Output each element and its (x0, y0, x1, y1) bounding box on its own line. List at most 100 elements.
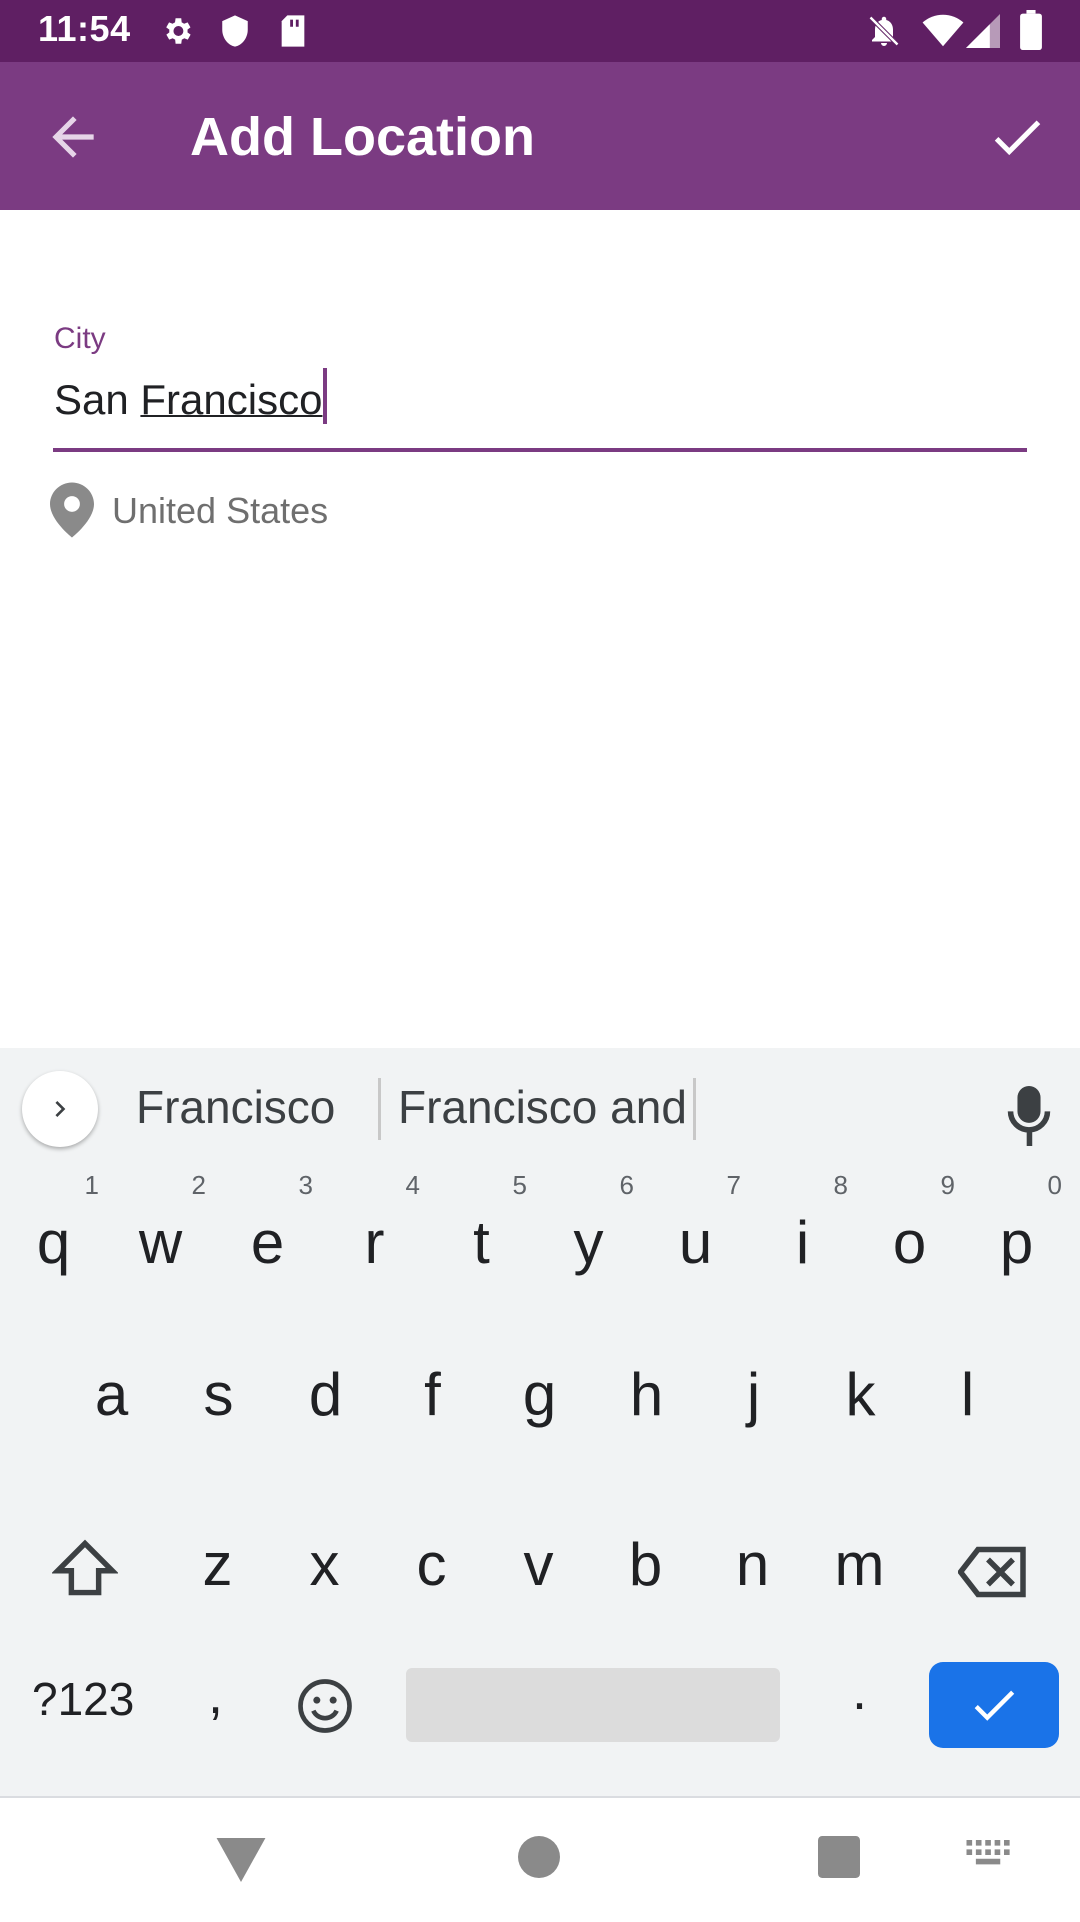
key-number-hint: 1 (84, 1170, 99, 1200)
key-h[interactable]: h (593, 1340, 700, 1450)
key-b[interactable]: b (592, 1510, 699, 1620)
expand-suggestions-button[interactable] (22, 1071, 98, 1147)
sd-card-icon (281, 15, 305, 47)
city-text: San (54, 376, 141, 423)
key-number-hint: 4 (405, 1170, 420, 1200)
country-text: United States (112, 490, 329, 531)
key-c[interactable]: c (378, 1510, 485, 1620)
key-row-1: q1w2e3r4t5y6u7i8o9p0 (0, 1168, 1080, 1318)
key-label: m (834, 1531, 885, 1598)
key-o[interactable]: o9 (856, 1170, 963, 1298)
key-k[interactable]: k (807, 1340, 914, 1450)
key-number-hint: 8 (833, 1170, 848, 1200)
suggestion-strip: Francisco Francisco and (0, 1048, 1080, 1168)
city-input[interactable]: San Francisco (54, 368, 1026, 448)
backspace-icon[interactable] (958, 1546, 1028, 1598)
key-r[interactable]: r4 (321, 1170, 428, 1298)
key-number-hint: 9 (940, 1170, 955, 1200)
location-pin-icon (50, 482, 94, 538)
key-label: b (628, 1531, 663, 1598)
suggestion-2[interactable]: Francisco and (398, 1080, 687, 1134)
text-cursor (323, 368, 328, 424)
suggestion-divider (378, 1078, 381, 1140)
key-f[interactable]: f (379, 1340, 486, 1450)
microphone-icon[interactable] (1004, 1086, 1054, 1146)
chevron-right-icon (55, 1101, 66, 1117)
suggestion-divider (693, 1078, 696, 1140)
key-n[interactable]: n (699, 1510, 806, 1620)
key-i[interactable]: i8 (749, 1170, 856, 1298)
key-d[interactable]: d (272, 1340, 379, 1450)
key-label: o (892, 1209, 927, 1276)
key-number-hint: 0 (1047, 1170, 1062, 1200)
key-q[interactable]: q1 (0, 1170, 107, 1298)
shield-icon (222, 15, 248, 47)
emoji-icon[interactable] (297, 1678, 353, 1734)
back-triangle-icon[interactable] (216, 1838, 266, 1882)
key-label: d (308, 1361, 343, 1428)
city-composing-text: Francisco (140, 376, 323, 423)
key-x[interactable]: x (271, 1510, 378, 1620)
key-w[interactable]: w2 (107, 1170, 214, 1298)
key-t[interactable]: t5 (428, 1170, 535, 1298)
key-label: z (202, 1531, 233, 1598)
key-p[interactable]: p0 (963, 1170, 1070, 1298)
check-icon[interactable] (986, 106, 1048, 168)
key-label: y (573, 1209, 604, 1276)
key-label: h (629, 1361, 664, 1428)
navigation-bar (0, 1796, 1080, 1922)
key-row-3: z x c v b nm (0, 1472, 1080, 1626)
key-s[interactable]: s (165, 1340, 272, 1450)
comma-key[interactable]: , (208, 1664, 223, 1726)
gear-icon (166, 18, 191, 44)
enter-key[interactable] (929, 1662, 1059, 1748)
symbols-key[interactable]: ?123 (32, 1672, 134, 1726)
city-underline (53, 448, 1027, 452)
keyboard: Francisco Francisco and q1w2e3r4t5y6u7i8… (0, 1048, 1080, 1796)
period-key[interactable]: . (852, 1660, 867, 1722)
key-label: l (960, 1361, 975, 1428)
keyboard-switch-icon[interactable] (966, 1840, 1012, 1870)
key-label: e (250, 1209, 285, 1276)
signal-icon (966, 14, 1000, 48)
key-label: c (416, 1531, 447, 1598)
recents-square-icon[interactable] (818, 1836, 860, 1878)
key-a[interactable]: a (58, 1340, 165, 1450)
key-label: t (473, 1209, 490, 1276)
key-number-hint: 6 (619, 1170, 634, 1200)
key-label: x (309, 1531, 340, 1598)
key-label: j (746, 1361, 761, 1428)
space-key[interactable] (406, 1668, 780, 1742)
page-title: Add Location (190, 107, 535, 167)
key-label: p (999, 1209, 1034, 1276)
key-number-hint: 3 (298, 1170, 313, 1200)
key-z[interactable]: z (164, 1510, 271, 1620)
status-time: 11:54 (38, 8, 131, 49)
home-circle-icon[interactable] (518, 1836, 560, 1878)
key-label: k (845, 1361, 876, 1428)
key-label: f (424, 1361, 441, 1428)
key-label: v (523, 1531, 554, 1598)
key-label: r (364, 1209, 385, 1276)
key-label: w (138, 1209, 183, 1276)
key-label: q (36, 1209, 71, 1276)
key-label: a (94, 1361, 129, 1428)
key-u[interactable]: u7 (642, 1170, 749, 1298)
shift-icon[interactable] (52, 1538, 118, 1598)
key-v[interactable]: v (485, 1510, 592, 1620)
key-label: i (795, 1209, 810, 1276)
key-l[interactable]: l (914, 1340, 1021, 1450)
key-y[interactable]: y6 (535, 1170, 642, 1298)
key-j[interactable]: j (700, 1340, 807, 1450)
key-number-hint: 2 (191, 1170, 206, 1200)
wifi-icon (922, 14, 964, 47)
key-m[interactable]: m (806, 1510, 913, 1620)
arrow-back-icon[interactable] (42, 106, 104, 168)
suggestion-1[interactable]: Francisco (136, 1080, 335, 1134)
key-e[interactable]: e3 (214, 1170, 321, 1298)
status-bar: 11:54 (0, 0, 1080, 62)
key-row-2: asd f g h j k l (0, 1318, 1080, 1472)
key-label: g (522, 1361, 557, 1428)
battery-icon (1020, 10, 1042, 50)
key-g[interactable]: g (486, 1340, 593, 1450)
